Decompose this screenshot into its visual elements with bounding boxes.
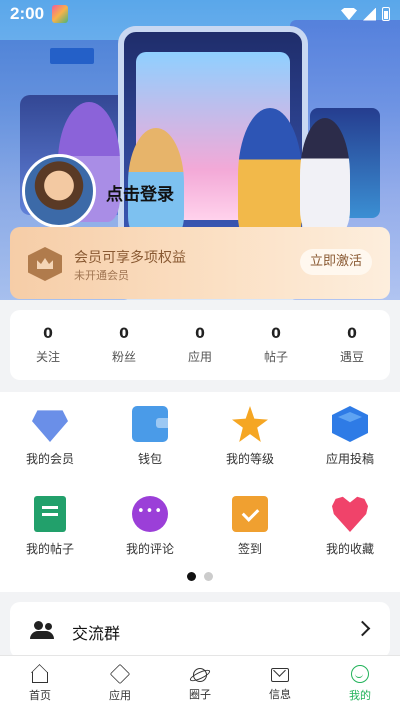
stat-value: 0 [43,325,53,342]
nav-label: 圈子 [189,687,211,701]
nav-label: 信息 [269,687,291,701]
grid-item-label: 我的收藏 [325,542,374,556]
grid-item-label: 应用投稿 [325,452,374,466]
nav-label: 应用 [109,688,131,702]
grid-item-label: 我的等级 [225,452,274,466]
grid-item-label: 签到 [237,542,262,556]
vip-subtitle: 未开通会员 [74,269,129,282]
grid-item-label: 钱包 [137,452,162,466]
stat-label: 粉丝 [111,349,136,364]
stat-label: 遇豆 [339,349,364,364]
star-icon [232,406,268,442]
grid-item-label: 我的帖子 [25,542,74,556]
grid-item-membership[interactable]: 我的会员 [0,406,100,476]
nav-label: 首页 [29,688,51,702]
grid-item-label: 我的评论 [125,542,174,556]
street-sign [50,48,94,64]
grid-item-my-comments[interactable]: 我的评论 [100,496,200,566]
grid-item-check-in[interactable]: 签到 [200,496,300,566]
hero-character-3 [238,108,302,243]
people-icon [30,621,54,639]
nav-circle[interactable]: 圈子 [160,656,240,711]
login-link[interactable]: 点击登录 [106,180,174,205]
avatar[interactable] [22,154,96,228]
grid-item-my-posts[interactable]: 我的帖子 [0,496,100,566]
vip-card[interactable]: 会员可享多项权益 未开通会员 立即激活 [10,227,390,299]
stats-bar: 0 关注 0 粉丝 0 应用 0 帖子 0 遇豆 [10,310,390,380]
grid-item-wallet[interactable]: 钱包 [100,406,200,476]
nav-label: 我的 [349,688,371,702]
chevron-right-icon [354,620,371,637]
comment-icon [132,496,168,532]
crown-icon [28,247,62,281]
stat-apps[interactable]: 0 应用 [162,310,238,380]
grid-item-favorites[interactable]: 我的收藏 [300,496,400,566]
nav-me[interactable]: 我的 [320,656,400,711]
chat-group-label: 交流群 [72,624,121,643]
mail-icon [271,667,289,682]
stat-value: 0 [347,325,357,342]
app-notification-icon [52,5,69,23]
page-dot[interactable] [204,572,213,581]
grid-item-app-submit[interactable]: 应用投稿 [300,406,400,476]
diamond-icon [32,410,68,442]
page-dot-active[interactable] [187,572,196,581]
status-bar: 2:00 [0,0,400,28]
stat-label: 应用 [187,349,212,364]
page-indicator [0,572,400,581]
wifi-icon [341,8,357,20]
battery-icon [382,7,390,21]
nav-apps[interactable]: 应用 [80,656,160,711]
stat-posts[interactable]: 0 帖子 [238,310,314,380]
grid-item-level[interactable]: 我的等级 [200,406,300,476]
scroll-icon [34,496,66,532]
stat-beans[interactable]: 0 遇豆 [314,310,390,380]
bottom-nav: 首页 应用 圈子 信息 我的 [0,655,400,711]
stat-label: 关注 [35,349,60,364]
nav-messages[interactable]: 信息 [240,656,320,711]
home-icon [32,671,48,683]
signal-icon [363,7,376,21]
feature-grid-card: 我的会员 钱包 我的等级 应用投稿 我的帖子 我的评论 签到 我的收藏 [0,392,400,592]
smile-icon [351,664,369,683]
status-icons [341,7,390,21]
stat-following[interactable]: 0 关注 [10,310,86,380]
calendar-check-icon [232,496,268,532]
hero-character-4 [300,118,350,233]
stat-followers[interactable]: 0 粉丝 [86,310,162,380]
stat-label: 帖子 [263,349,288,364]
stat-value: 0 [119,325,129,342]
box-icon [109,663,131,684]
cube-icon [332,406,368,442]
stat-value: 0 [195,325,205,342]
feature-grid: 我的会员 钱包 我的等级 应用投稿 我的帖子 我的评论 签到 我的收藏 [0,406,400,566]
chat-group-row[interactable]: 交流群 [10,602,390,658]
grid-item-label: 我的会员 [25,452,74,466]
activate-button[interactable]: 立即激活 [299,249,372,275]
vip-title: 会员可享多项权益 [74,250,186,266]
heart-icon [332,496,368,532]
nav-home[interactable]: 首页 [0,656,80,711]
status-time: 2:00 [10,4,45,23]
stat-value: 0 [271,325,281,342]
wallet-icon [132,406,168,442]
planet-icon [193,667,207,682]
